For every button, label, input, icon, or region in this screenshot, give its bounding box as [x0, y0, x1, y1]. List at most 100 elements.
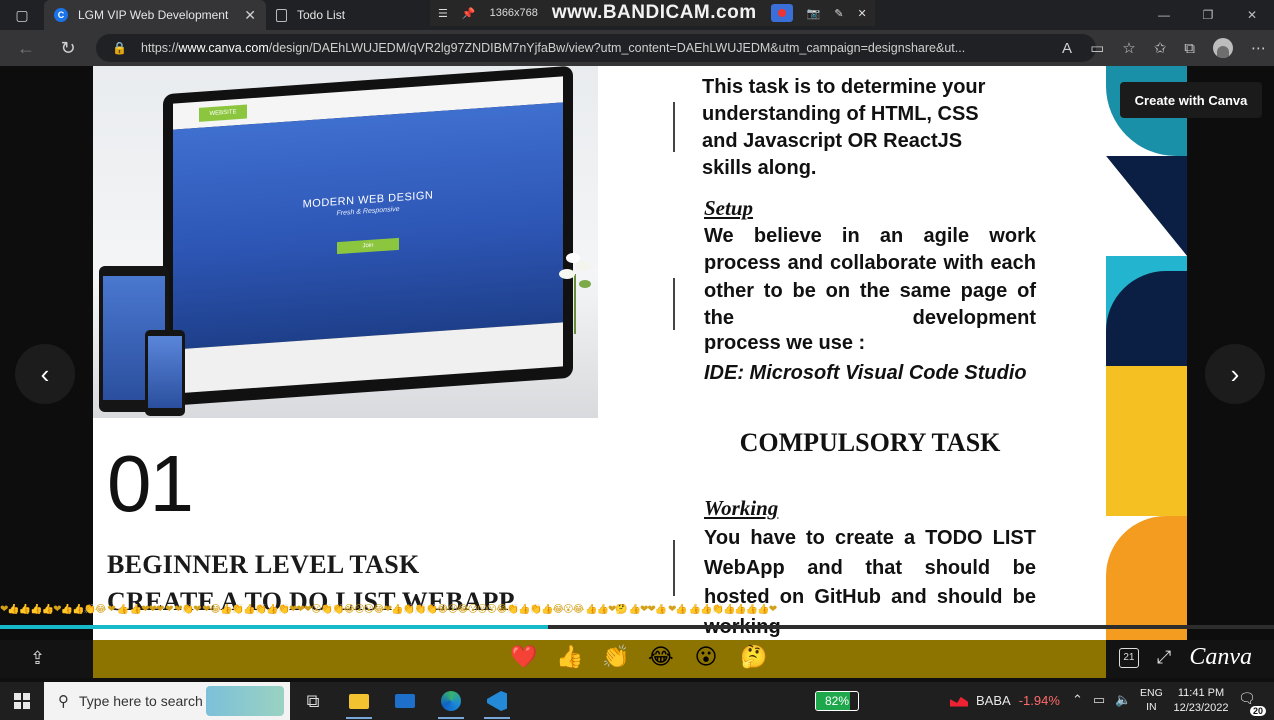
chevron-up-icon[interactable]: ⌃ — [1072, 692, 1083, 708]
monitor-mockup: WEBSITE MODERN WEB DESIGN Fresh & Respon… — [163, 66, 573, 407]
camera-icon[interactable]: 📷 — [807, 7, 821, 20]
phone-mockup-small — [145, 330, 185, 416]
url-path: /design/DAEhLWUJEDM/qVR2lg97ZNDIBM7nYjfa… — [268, 41, 966, 55]
lock-icon: 🔒 — [112, 41, 127, 55]
stock-widget[interactable]: BABA -1.94% — [950, 693, 1060, 708]
volume-icon[interactable]: 🔈 — [1115, 692, 1131, 708]
progress-fill — [0, 625, 548, 629]
url-field[interactable]: 🔒 https://www.canva.com/design/DAEhLWUJE… — [96, 34, 1096, 62]
collections-icon[interactable]: ⧉ — [1184, 40, 1195, 57]
setup-text: We believe in an agile work process and … — [704, 225, 1036, 329]
edge-browser-icon[interactable] — [428, 682, 474, 720]
share-icon[interactable]: ⇪ — [30, 648, 45, 669]
mockup-join-label: Join — [362, 242, 374, 250]
vscode-icon[interactable] — [474, 682, 520, 720]
pin-icon[interactable]: 📌 — [462, 7, 476, 20]
search-highlight-image — [206, 686, 284, 716]
windows-logo-icon — [14, 693, 30, 709]
stock-change: -1.94% — [1018, 693, 1060, 708]
window-controls: — ❐ ✕ — [1142, 0, 1274, 30]
record-button[interactable] — [770, 4, 793, 22]
favorites-icon[interactable]: ✩ — [1154, 39, 1167, 57]
profile-avatar[interactable] — [1213, 38, 1233, 58]
next-slide-button[interactable]: › — [1205, 344, 1265, 404]
mail-icon[interactable] — [382, 682, 428, 720]
address-bar: ← ↻ 🔒 https://www.canva.com/design/DAEhL… — [0, 30, 1274, 66]
battery-percent: 82% — [824, 694, 850, 708]
clock[interactable]: 11:41 PM 12/23/2022 — [1172, 686, 1230, 716]
page-favicon-icon — [276, 8, 287, 22]
language-indicator[interactable]: ENG IN — [1140, 686, 1163, 714]
canva-logo[interactable]: Canva — [1189, 644, 1252, 671]
file-explorer-icon[interactable] — [336, 682, 382, 720]
add-favorite-icon[interactable]: ☆ — [1122, 39, 1135, 57]
page-number-button[interactable]: 21 — [1118, 647, 1139, 668]
presentation-progress[interactable] — [0, 625, 1274, 629]
working-heading: Working — [704, 496, 779, 520]
tab-lgm[interactable]: C LGM VIP Web Development ✕ — [44, 0, 266, 30]
menu-icon[interactable]: ☰ — [438, 7, 448, 20]
battery-indicator[interactable]: 82% — [815, 691, 859, 711]
heart-reaction-button[interactable]: ❤️ — [510, 644, 537, 670]
close-recorder-icon[interactable]: ✕ — [858, 7, 867, 20]
battery-icon[interactable]: ▭ — [1093, 692, 1105, 708]
divider-line — [673, 278, 675, 330]
web-design-mockup-image: WEBSITE MODERN WEB DESIGN Fresh & Respon… — [93, 66, 598, 418]
thumbs-up-reaction-button[interactable]: 👍 — [556, 644, 583, 670]
chevron-right-icon: › — [1230, 358, 1240, 389]
clock-date: 12/23/2022 — [1173, 702, 1229, 714]
read-aloud-icon[interactable]: A — [1062, 40, 1072, 57]
stock-chart-icon — [950, 696, 968, 707]
back-button[interactable]: ← — [6, 30, 46, 66]
maximize-icon[interactable]: ❐ — [1186, 0, 1230, 30]
minimize-icon[interactable]: — — [1142, 0, 1186, 30]
browser-toolbar: A ▭ ☆ ✩ ⧉ ⋯ — [1062, 30, 1266, 66]
windows-taskbar: ⚲ Type here to search ⧉ 82% BABA -1.94% … — [0, 682, 1274, 720]
divider-line — [673, 102, 675, 152]
ide-text: IDE: Microsoft Visual Code Studio — [704, 362, 1027, 384]
fullscreen-icon[interactable]: ⤢ — [1157, 647, 1171, 668]
setup-heading: Setup — [704, 196, 754, 220]
clock-time: 11:41 PM — [1177, 687, 1225, 699]
pen-icon[interactable]: ✎ — [834, 7, 843, 20]
immersive-reader-icon[interactable]: ▭ — [1090, 39, 1104, 57]
url-prefix: https:// — [140, 41, 179, 55]
laugh-reaction-button[interactable]: 😂 — [648, 644, 674, 670]
previous-slide-button[interactable]: ‹ — [15, 344, 75, 404]
task-intro-text: This task is to determine your understan… — [702, 76, 986, 179]
canva-viewer: WEBSITE MODERN WEB DESIGN Fresh & Respon… — [0, 66, 1274, 648]
close-tab-icon[interactable]: ✕ — [244, 7, 256, 24]
start-button[interactable] — [0, 682, 44, 720]
tab-actions-icon[interactable]: ▢ — [0, 0, 44, 30]
mockup-tag: WEBSITE — [199, 104, 247, 122]
taskbar-search[interactable]: ⚲ Type here to search — [44, 682, 290, 720]
notification-center-icon[interactable]: 🗨 20 — [1238, 690, 1266, 716]
clap-reaction-button[interactable]: 👏 — [602, 644, 629, 670]
mockup-join-button: Join — [337, 237, 399, 255]
language-code: ENG — [1140, 687, 1163, 699]
canva-favicon-icon: C — [54, 8, 68, 22]
bandicam-watermark: www.BANDICAM.com — [551, 2, 757, 23]
recording-resolution: 1366x768 — [489, 7, 538, 19]
notification-count: 20 — [1249, 706, 1266, 716]
more-menu-icon[interactable]: ⋯ — [1251, 39, 1266, 57]
presentation-slide: WEBSITE MODERN WEB DESIGN Fresh & Respon… — [93, 66, 1106, 648]
search-placeholder: Type here to search — [79, 693, 203, 709]
thinking-reaction-button[interactable]: 🤔 — [740, 644, 767, 670]
tab-todo[interactable]: Todo List — [266, 0, 446, 30]
plant-decoration — [559, 253, 591, 334]
task-view-icon[interactable]: ⧉ — [290, 682, 336, 720]
task-number: 01 — [107, 439, 194, 528]
tab-title: LGM VIP Web Development — [78, 8, 229, 22]
create-with-canva-button[interactable]: Create with Canva — [1120, 82, 1262, 118]
beginner-level-heading: BEGINNER LEVEL TASK — [107, 550, 420, 579]
stock-name: BABA — [976, 693, 1011, 708]
close-window-icon[interactable]: ✕ — [1230, 0, 1274, 30]
wow-reaction-button[interactable]: 😮 — [694, 644, 718, 670]
reload-button[interactable]: ↻ — [48, 30, 88, 66]
reaction-bar: ❤️ 👍 👏 😂 😮 🤔 — [510, 644, 767, 670]
system-tray: ⌃ ▭ 🔈 — [1072, 692, 1131, 708]
reaction-emoji-stream: ❤👍👍👍👍❤👍👍👏😂 ❤ 👍 👍❤❤❤ ❤ ❤👏❤ ❤😂👍👏👍👏👍👏❤❤❤😮👏👏… — [0, 604, 777, 615]
bandicam-toolbar: ☰ 📌 1366x768 www.BANDICAM.com 📷 ✎ ✕ — [430, 0, 875, 26]
compulsory-task-heading: COMPULSORY TASK — [739, 428, 1001, 457]
